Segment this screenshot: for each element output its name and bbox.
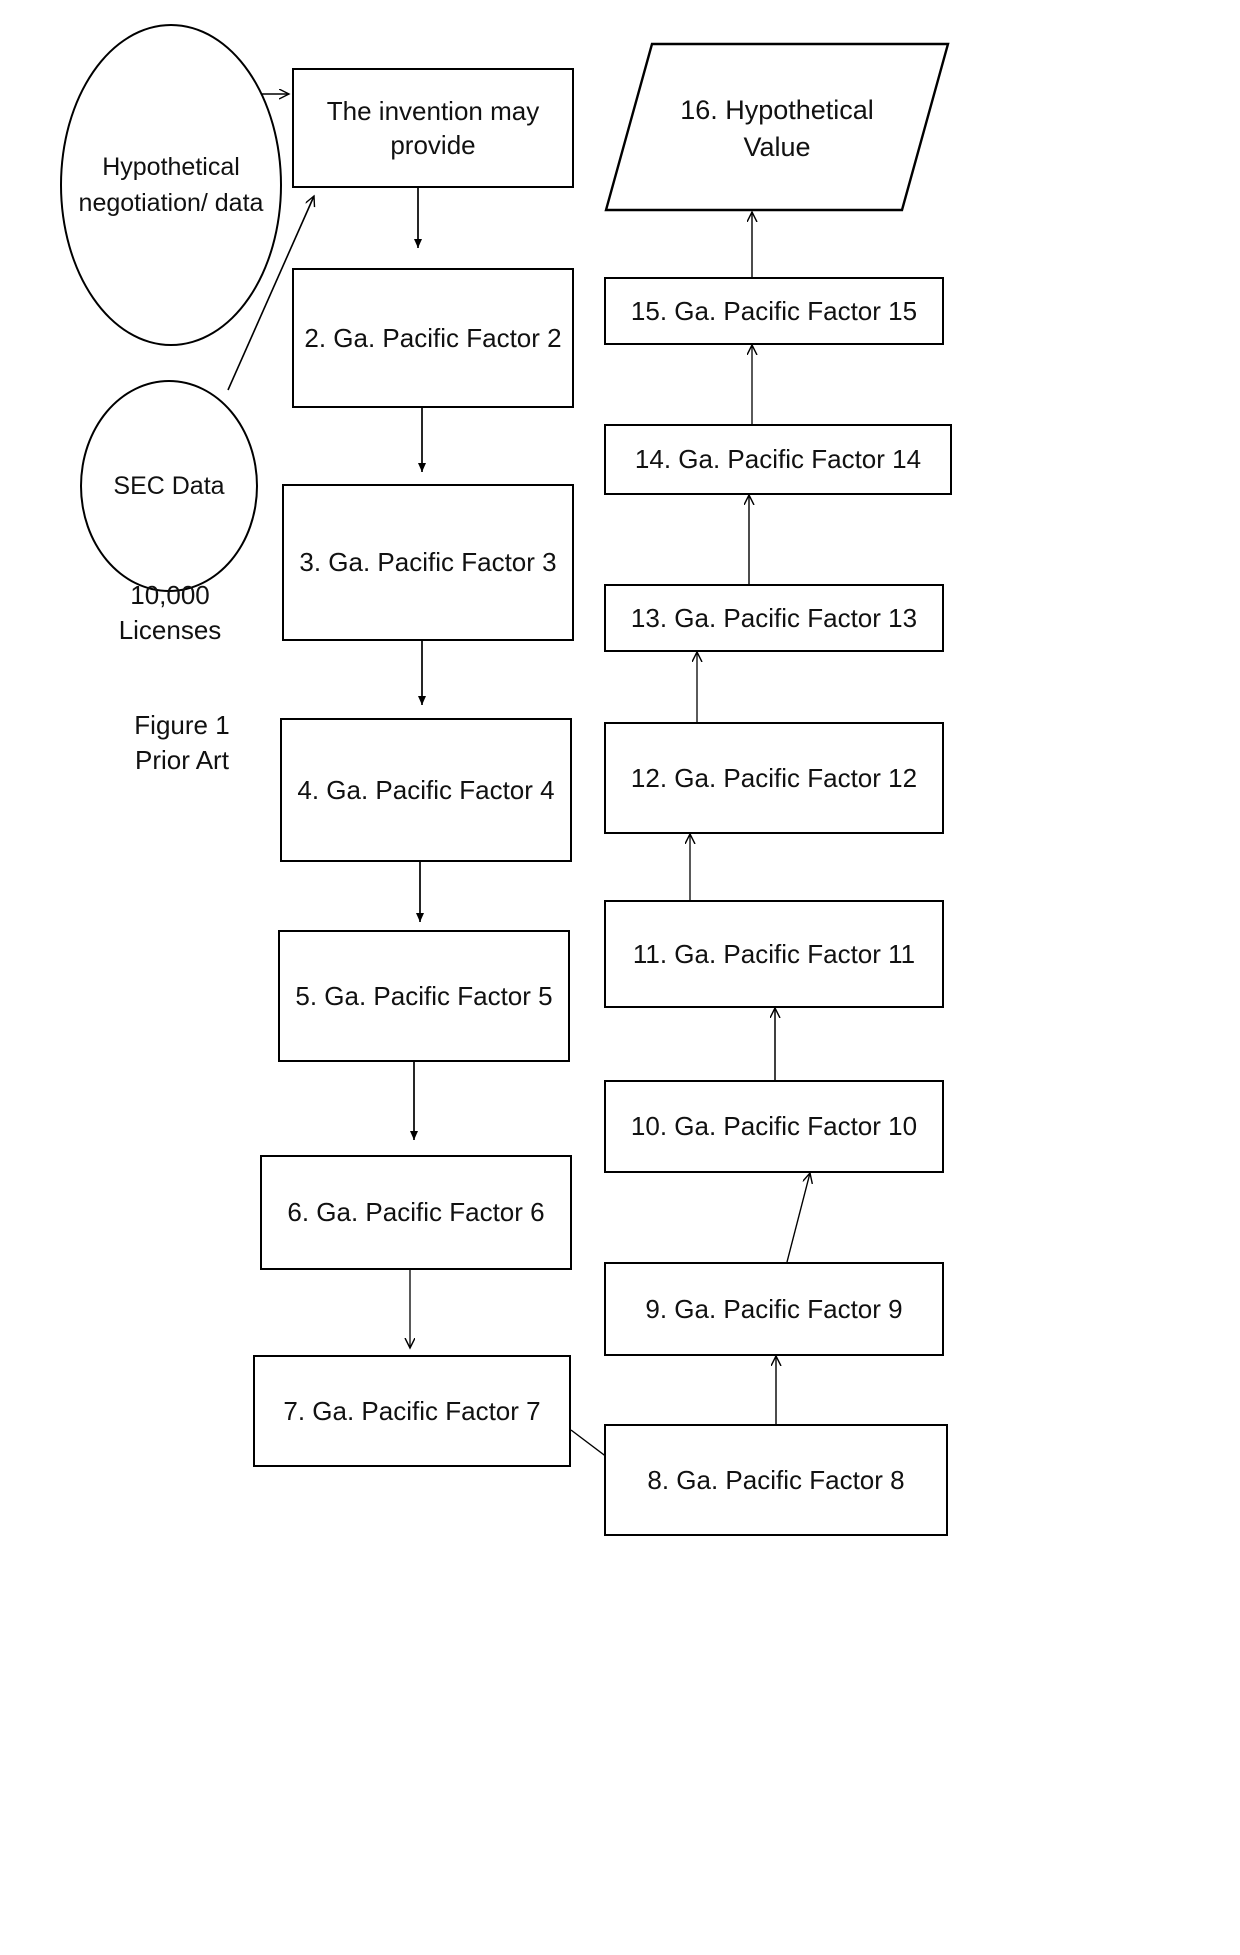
node-box-10[interactable]: 10. Ga. Pacific Factor 10	[604, 1080, 944, 1173]
node-box-5-label: 5. Ga. Pacific Factor 5	[295, 980, 553, 1011]
node-box-3-label: 3. Ga. Pacific Factor 3	[299, 547, 557, 578]
node-box-5[interactable]: 5. Ga. Pacific Factor 5	[278, 930, 570, 1062]
node-box-11[interactable]: 11. Ga. Pacific Factor 11	[604, 900, 944, 1008]
licenses-label: 10,000 Licenses	[118, 580, 222, 646]
node-box-9-label: 9. Ga. Pacific Factor 9	[645, 1293, 903, 1324]
node-box-14[interactable]: 14. Ga. Pacific Factor 14	[604, 424, 952, 495]
node-box-8[interactable]: 8. Ga. Pacific Factor 8	[604, 1424, 948, 1536]
node-box-14-label: 14. Ga. Pacific Factor 14	[634, 444, 922, 475]
node-box-7-label: 7. Ga. Pacific Factor 7	[283, 1395, 541, 1426]
node-box-15-label: 15. Ga. Pacific Factor 15	[630, 295, 918, 326]
node-box-10-label: 10. Ga. Pacific Factor 10	[630, 1111, 918, 1142]
node-box-16-hypothetical-value[interactable]: 16. Hypothetical Value	[604, 42, 950, 212]
node-box-15[interactable]: 15. Ga. Pacific Factor 15	[604, 277, 944, 345]
node-sec-data[interactable]: SEC Data	[80, 380, 258, 592]
node-box-7[interactable]: 7. Ga. Pacific Factor 7	[253, 1355, 571, 1467]
node-box-6-label: 6. Ga. Pacific Factor 6	[287, 1197, 545, 1228]
node-box-8-label: 8. Ga. Pacific Factor 8	[647, 1464, 905, 1495]
node-box-4[interactable]: 4. Ga. Pacific Factor 4	[280, 718, 572, 862]
figure-caption: Figure 1 Prior Art	[134, 710, 230, 776]
node-box-2[interactable]: 2. Ga. Pacific Factor 2	[292, 268, 574, 408]
node-box-3[interactable]: 3. Ga. Pacific Factor 3	[282, 484, 574, 641]
node-box-12-label: 12. Ga. Pacific Factor 12	[630, 762, 918, 793]
node-box-1-invention-may-provide[interactable]: The invention may provide	[292, 68, 574, 188]
node-sec-data-label: SEC Data	[113, 471, 225, 500]
node-box-6[interactable]: 6. Ga. Pacific Factor 6	[260, 1155, 572, 1270]
node-box-11-label: 11. Ga. Pacific Factor 11	[632, 938, 916, 969]
node-hypothetical-negotiation-label: Hypothetical negotiation/ data	[78, 152, 264, 217]
node-box-9[interactable]: 9. Ga. Pacific Factor 9	[604, 1262, 944, 1356]
node-box-2-label: 2. Ga. Pacific Factor 2	[304, 322, 562, 353]
node-box-12[interactable]: 12. Ga. Pacific Factor 12	[604, 722, 944, 834]
node-box-4-label: 4. Ga. Pacific Factor 4	[297, 774, 555, 805]
node-hypothetical-negotiation[interactable]: Hypothetical negotiation/ data	[60, 24, 282, 346]
node-box-16-label: 16. Hypothetical Value	[680, 95, 874, 162]
node-box-13[interactable]: 13. Ga. Pacific Factor 13	[604, 584, 944, 652]
figure-canvas: Hypothetical negotiation/ data SEC Data …	[0, 0, 1240, 1955]
node-box-13-label: 13. Ga. Pacific Factor 13	[630, 602, 918, 633]
node-box-1-label: The invention may provide	[326, 95, 540, 160]
